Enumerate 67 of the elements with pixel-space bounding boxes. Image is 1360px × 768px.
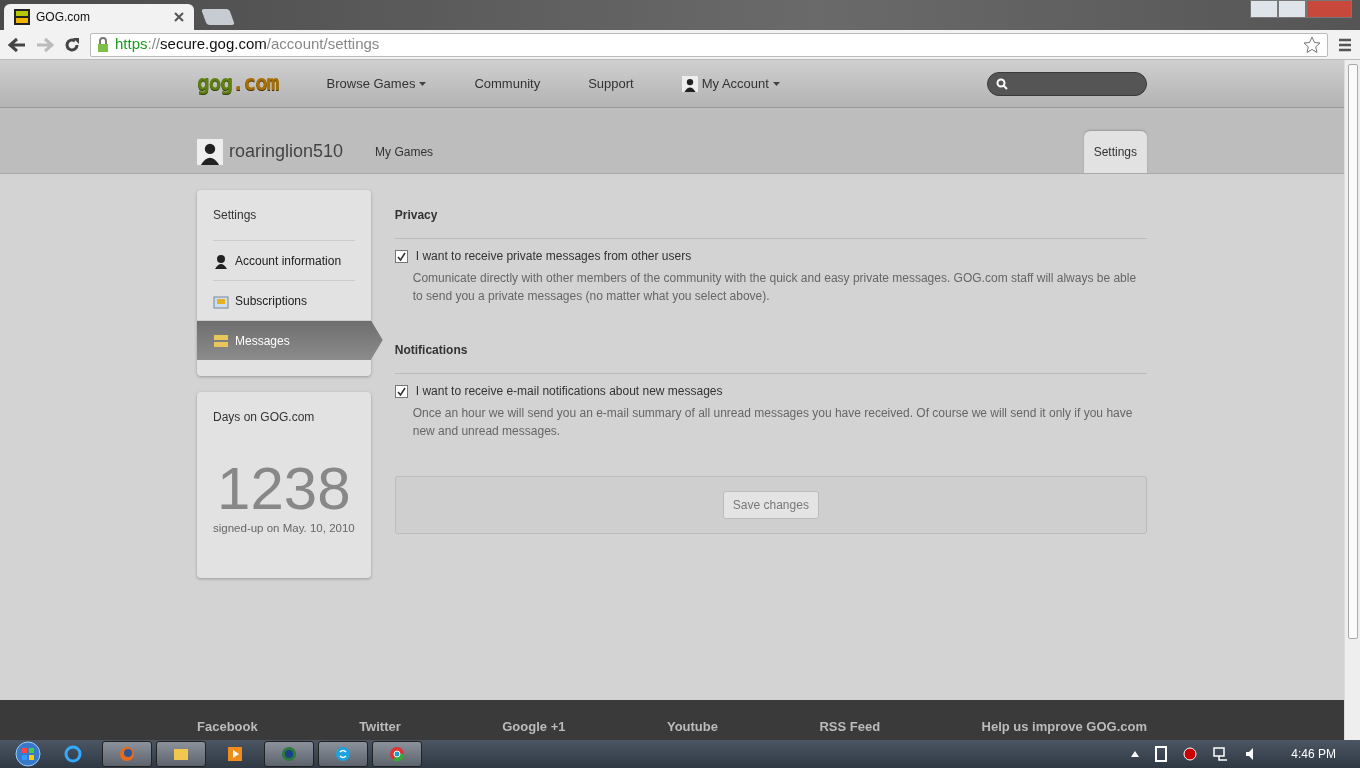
star-icon[interactable]	[1303, 35, 1321, 54]
reload-icon[interactable]	[64, 36, 80, 53]
taskbar-app[interactable]	[372, 741, 422, 767]
minimize-button[interactable]	[1250, 0, 1278, 18]
skype-icon	[334, 745, 352, 763]
footer-link[interactable]: Twitter	[359, 716, 401, 736]
close-icon[interactable]	[174, 12, 184, 22]
antivirus-icon[interactable]	[1183, 747, 1198, 761]
sidebar-title: Settings	[212, 207, 258, 224]
gog-favicon-icon	[14, 9, 30, 25]
description: Comunicate directly with other members of the community with the quick and easy private messages. GOG.com staff will always be able to send you a private messages (no matter what you select above).	[412, 270, 1138, 305]
checkmark-icon	[396, 386, 406, 396]
nav-link[interactable]: Community	[474, 73, 541, 94]
person-icon	[213, 252, 229, 269]
clock[interactable]: 4:46 PM	[1291, 745, 1336, 763]
caret-icon	[772, 81, 780, 86]
checkbox[interactable]	[394, 249, 408, 263]
firefox-icon	[118, 745, 136, 763]
padlock-icon	[97, 36, 109, 53]
checkbox-option[interactable]: I want to receive private messages from other users	[394, 247, 1147, 265]
footer-link[interactable]: Google +1	[502, 716, 566, 736]
url-text: https://secure.gog.com/account/settings	[115, 34, 381, 55]
nav-link[interactable]: Support	[588, 73, 634, 94]
new-tab-button[interactable]	[201, 9, 235, 25]
search-field[interactable]	[987, 71, 1147, 96]
signup-date: signed-up on May. 10, 2010	[213, 521, 355, 536]
footer-link[interactable]: Youtube	[666, 716, 718, 736]
maximize-button[interactable]	[1278, 0, 1306, 18]
section-title: Notifications	[394, 341, 1147, 374]
nav-link[interactable]: Browse Games	[326, 73, 427, 94]
menu-icon[interactable]	[1338, 37, 1352, 52]
sidebar-item[interactable]: Account information	[213, 240, 355, 280]
profile-tab[interactable]: Settings	[1083, 131, 1147, 173]
day-count: 1238	[216, 459, 352, 519]
taskbar-app[interactable]	[318, 741, 368, 767]
avatar-icon	[197, 139, 223, 165]
footer-link[interactable]: Help us improve GOG.com	[981, 716, 1147, 736]
username: roaringlion510	[229, 140, 344, 163]
footer-link[interactable]: Facebook	[197, 716, 258, 736]
avatar-icon	[681, 75, 698, 92]
section-title: Privacy	[394, 206, 1147, 239]
scrollbar[interactable]	[1344, 60, 1360, 740]
taskbar-app[interactable]	[264, 741, 314, 767]
save-button[interactable]: Save changes	[722, 491, 819, 519]
search-icon	[996, 77, 1008, 90]
card-title: Days on GOG.com	[213, 409, 316, 426]
chrome-icon	[388, 745, 406, 763]
nav-link[interactable]: My Account	[681, 73, 780, 94]
back-icon[interactable]	[8, 36, 26, 53]
caret-icon	[419, 81, 427, 86]
checkmark-icon	[396, 251, 406, 261]
tab-title: GOG.com	[36, 9, 91, 26]
media-icon	[226, 745, 244, 763]
browser-tab[interactable]: GOG.com	[4, 4, 194, 30]
profile-tab[interactable]: My Games	[367, 135, 442, 169]
globe-icon	[280, 745, 298, 763]
taskbar-app[interactable]	[156, 741, 206, 767]
footer-link[interactable]: RSS Feed	[819, 716, 881, 736]
taskbar-app[interactable]	[102, 741, 152, 767]
address-bar[interactable]: https://secure.gog.com/account/settings	[90, 32, 1328, 57]
up-arrow-icon[interactable]	[1131, 751, 1140, 757]
device-icon[interactable]	[1155, 746, 1168, 762]
checkbox-option[interactable]: I want to receive e-mail notifications about new messages	[394, 382, 1147, 400]
network-icon[interactable]	[1213, 747, 1230, 761]
description: Once an hour we will send you an e-mail summary of all unread messages you have received. Of course we will send it only if you have new and unread messages.	[412, 405, 1134, 440]
sidebar-item[interactable]: Messages	[197, 320, 383, 360]
checkbox[interactable]	[394, 384, 408, 398]
